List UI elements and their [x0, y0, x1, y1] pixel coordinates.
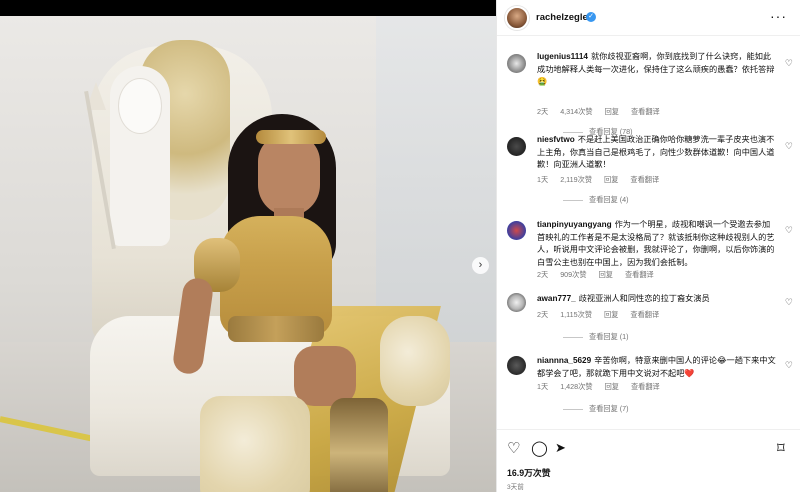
heart-icon[interactable]: ♡: [785, 58, 793, 69]
post-date: 3天前: [507, 484, 524, 491]
translate-button[interactable]: 查看翻译: [630, 310, 659, 319]
woman-face: [258, 134, 320, 216]
comment-meta: 1天 1,428次赞 回复 查看翻译: [537, 382, 670, 392]
comment-body: lugenius1114 就你歧视亚裔啊，你到底找到了什么诀窍，能如此成功地解释人…: [537, 51, 777, 89]
commenter-avatar[interactable]: [507, 356, 526, 375]
armor-belt: [228, 316, 324, 342]
view-replies-button[interactable]: 查看回复 (4): [563, 195, 629, 205]
post-photo: [0, 16, 496, 492]
comment-likes[interactable]: 1,428次赞: [560, 382, 592, 391]
golden-boot: [330, 398, 388, 492]
likes-count[interactable]: 16.9万次赞: [507, 466, 551, 479]
comment-likes[interactable]: 1,115次赞: [560, 310, 592, 319]
background-wall: [376, 16, 496, 346]
commenter-avatar[interactable]: [507, 137, 526, 156]
statue-head: [118, 78, 162, 134]
view-replies-button[interactable]: 查看回复 (7): [563, 404, 629, 414]
woman-tiara: [256, 130, 326, 144]
commenter-avatar[interactable]: [507, 221, 526, 240]
commenter-username[interactable]: lugenius1114: [537, 52, 588, 61]
commenter-username[interactable]: awan777_: [537, 294, 576, 303]
post-details-panel: rachelzegler ✓ ··· lugenius1114 就你歧视亚裔啊，你…: [496, 0, 800, 492]
comment-body: niannna_5629 辛苦你啊，特意来删中国人的评论😂一趟下来中文都学会了吧，…: [537, 355, 777, 380]
commenter-username[interactable]: tianpinyuyangyang: [537, 220, 612, 229]
more-horizontal-icon[interactable]: ···: [770, 8, 787, 24]
comment-icon[interactable]: ◯: [531, 439, 548, 457]
commenter-username[interactable]: niannna_5629: [537, 356, 591, 365]
comment-meta: 2天 1,115次赞 回复 查看翻译: [537, 310, 669, 320]
share-icon[interactable]: ➤: [555, 440, 566, 456]
heart-icon[interactable]: ♡: [507, 439, 520, 457]
media-top-bar: [0, 0, 496, 16]
throne-arm-right: [380, 316, 450, 406]
commenter-avatar[interactable]: [507, 293, 526, 312]
comment-body: tianpinyuyangyang 作为一个明星，歧视和嘲讽一个受邀去参加首映礼的…: [537, 219, 777, 269]
heart-icon[interactable]: ♡: [785, 360, 793, 371]
commenter-avatar[interactable]: [507, 54, 526, 73]
reply-button[interactable]: 回复: [604, 175, 618, 184]
author-username[interactable]: rachelzegler: [536, 12, 591, 23]
comment-meta: 1天 2,119次赞 回复 查看翻译: [537, 175, 669, 185]
post-actions: ♡ ◯ ➤ ⌑ 16.9万次赞 3天前: [497, 429, 800, 492]
comment-likes[interactable]: 2,119次赞: [560, 175, 592, 184]
post-header: rachelzegler ✓ ···: [497, 0, 800, 36]
comment-time: 2天: [537, 270, 549, 279]
comment-time: 1天: [537, 175, 549, 184]
chevron-right-icon[interactable]: ›: [472, 257, 489, 274]
post-media: ›: [0, 0, 496, 492]
translate-button[interactable]: 查看翻译: [631, 107, 660, 116]
reply-button[interactable]: 回复: [599, 270, 613, 279]
comment-time: 2天: [537, 310, 549, 319]
author-avatar[interactable]: [505, 6, 529, 30]
comment-text: 歧视亚洲人和同性恋的拉丁裔女演员: [578, 294, 710, 303]
throne-arm-left: [200, 396, 310, 492]
comment-body: awan777_ 歧视亚洲人和同性恋的拉丁裔女演员: [537, 293, 777, 306]
heart-icon[interactable]: ♡: [785, 225, 793, 236]
comment-meta: 2天 909次赞 回复 查看翻译: [537, 270, 664, 280]
commenter-username[interactable]: niesfvtwo: [537, 135, 575, 144]
reply-button[interactable]: 回复: [605, 382, 619, 391]
view-replies-button[interactable]: 查看回复 (1): [563, 332, 629, 342]
verified-badge-icon: ✓: [586, 12, 596, 22]
reply-button[interactable]: 回复: [605, 107, 619, 116]
heart-icon[interactable]: ♡: [785, 297, 793, 308]
comment-likes[interactable]: 4,314次赞: [560, 107, 592, 116]
comment-meta: 2天 4,314次赞 回复 查看翻译: [537, 107, 670, 117]
translate-button[interactable]: 查看翻译: [625, 270, 654, 279]
comment-body: niesfvtwo 不是赶上美国政治正确你哈你糖萝洗一辈子皮夹也演不上主角，你真当…: [537, 134, 777, 172]
comment-likes[interactable]: 909次赞: [560, 270, 586, 279]
comments-list: lugenius1114 就你歧视亚裔啊，你到底找到了什么诀窍，能如此成功地解释人…: [497, 37, 800, 427]
woman-legs: [294, 346, 356, 406]
bookmark-icon[interactable]: ⌑: [777, 439, 785, 457]
comment-time: 1天: [537, 382, 549, 391]
translate-button[interactable]: 查看翻译: [630, 175, 659, 184]
translate-button[interactable]: 查看翻译: [631, 382, 660, 391]
comment-time: 2天: [537, 107, 549, 116]
heart-icon[interactable]: ♡: [785, 141, 793, 152]
reply-button[interactable]: 回复: [604, 310, 618, 319]
